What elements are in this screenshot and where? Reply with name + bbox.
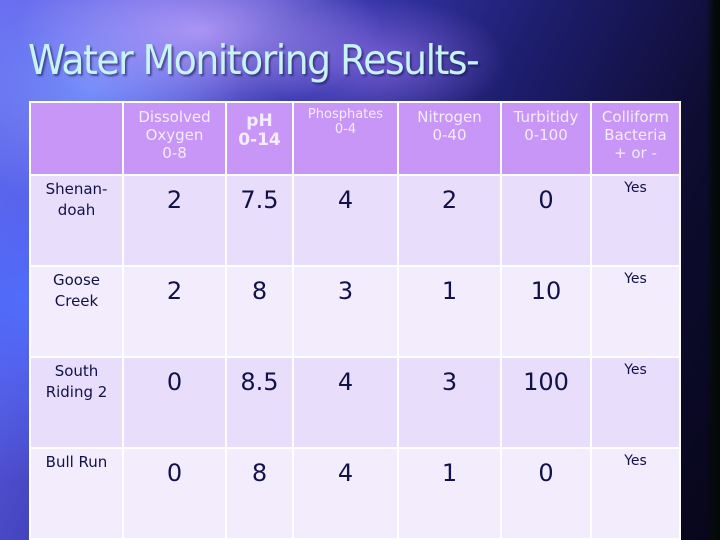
results-table-container: Dissolved Oxygen 0-8 pH 0-14 Phosphates … [29, 101, 681, 540]
nitrogen-cell: 3 [397, 356, 502, 449]
coliform-cell: Yes [590, 356, 681, 449]
site-cell: South Riding 2 [29, 356, 124, 449]
header-dissolved-oxygen: Dissolved Oxygen 0-8 [122, 101, 227, 176]
ph-cell: 8.5 [225, 356, 294, 449]
dissolved-oxygen-cell: 2 [122, 265, 227, 358]
site-cell: Bull Run [29, 447, 124, 540]
header-phosphates: Phosphates 0-4 [292, 101, 399, 176]
header-dissolved-oxygen-label: Dissolved Oxygen 0-8 [138, 108, 211, 162]
ph-cell: 8 [225, 265, 294, 358]
header-ph-label: pH 0-14 [238, 111, 281, 150]
dissolved-oxygen-cell: 0 [122, 356, 227, 449]
site-name: Goose Creek [52, 271, 101, 310]
water-results-table: Dissolved Oxygen 0-8 pH 0-14 Phosphates … [29, 101, 681, 540]
header-coliform: Colliform Bacteria + or - [590, 101, 681, 176]
coliform-cell: Yes [590, 174, 681, 267]
table-row: Bull Run 0 8 4 1 0 Yes [29, 447, 681, 540]
header-row: Dissolved Oxygen 0-8 pH 0-14 Phosphates … [29, 101, 681, 176]
header-phosphates-label: Phosphates 0-4 [307, 107, 384, 137]
header-nitrogen-label: Nitrogen 0-40 [417, 108, 482, 144]
nitrogen-cell: 2 [397, 174, 502, 267]
dissolved-oxygen-cell: 0 [122, 447, 227, 540]
nitrogen-cell: 1 [397, 265, 502, 358]
turbidity-cell: 100 [500, 356, 592, 449]
site-cell: Goose Creek [29, 265, 124, 358]
site-name: South Riding 2 [45, 362, 108, 401]
slide-right-edge [706, 0, 720, 540]
turbidity-cell: 0 [500, 447, 592, 540]
phosphates-cell: 4 [292, 447, 399, 540]
table-row: Shenan- doah 2 7.5 4 2 0 Yes [29, 174, 681, 267]
table-row: South Riding 2 0 8.5 4 3 100 Yes [29, 356, 681, 449]
site-cell: Shenan- doah [29, 174, 124, 267]
dissolved-oxygen-cell: 2 [122, 174, 227, 267]
header-turbidity-label: Turbitidy 0-100 [513, 108, 579, 144]
header-turbidity: Turbitidy 0-100 [500, 101, 592, 176]
site-name: Bull Run [45, 453, 108, 471]
phosphates-cell: 4 [292, 174, 399, 267]
phosphates-cell: 3 [292, 265, 399, 358]
header-nitrogen: Nitrogen 0-40 [397, 101, 502, 176]
header-site [29, 101, 124, 176]
header-coliform-label: Colliform Bacteria + or - [601, 108, 670, 162]
table-row: Goose Creek 2 8 3 1 10 Yes [29, 265, 681, 358]
coliform-cell: Yes [590, 447, 681, 540]
ph-cell: 8 [225, 447, 294, 540]
turbidity-cell: 10 [500, 265, 592, 358]
nitrogen-cell: 1 [397, 447, 502, 540]
coliform-cell: Yes [590, 265, 681, 358]
turbidity-cell: 0 [500, 174, 592, 267]
header-ph: pH 0-14 [225, 101, 294, 176]
ph-cell: 7.5 [225, 174, 294, 267]
site-name: Shenan- doah [45, 180, 108, 219]
slide-title: Water Monitoring Results- [28, 36, 480, 84]
phosphates-cell: 4 [292, 356, 399, 449]
